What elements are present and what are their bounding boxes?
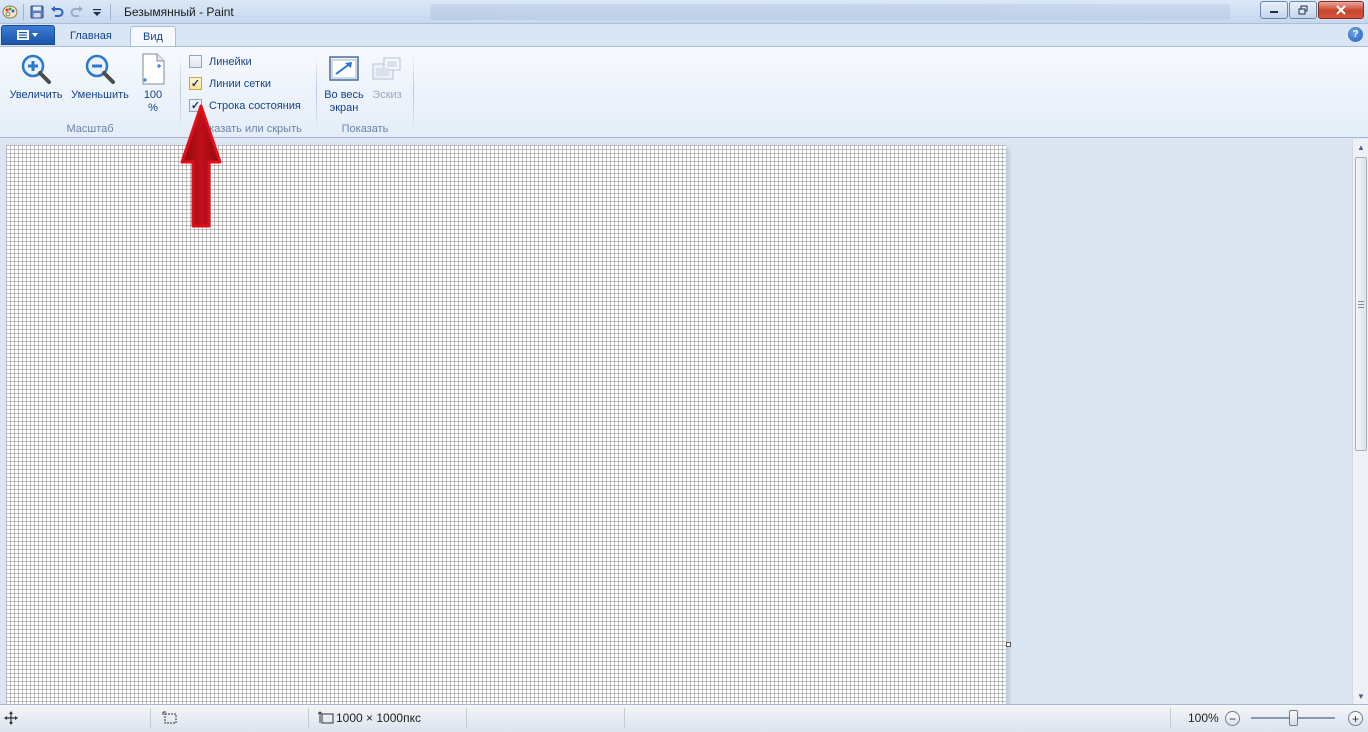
status-divider <box>150 708 151 728</box>
zoom-percent-text: 100% <box>1188 711 1219 725</box>
save-icon[interactable] <box>27 2 47 22</box>
status-bar: 1000 × 1000пкс 100% − + <box>0 704 1368 732</box>
drawing-canvas[interactable] <box>6 145 1006 704</box>
title-bar: Безымянный - Paint <box>0 0 1368 24</box>
tab-home[interactable]: Главная <box>58 26 124 46</box>
zoom-slider-thumb[interactable] <box>1289 710 1298 726</box>
statusbar-label: Строка состояния <box>209 99 301 112</box>
gridlines-label: Линии сетки <box>209 77 272 90</box>
thumbnail-label: Эскиз <box>372 89 402 101</box>
undo-icon[interactable] <box>47 2 67 22</box>
qat-separator <box>23 4 24 20</box>
red-arrow-annotation-icon <box>180 104 222 228</box>
close-button[interactable] <box>1318 1 1364 19</box>
status-divider <box>466 708 467 728</box>
rulers-label: Линейки <box>209 55 252 68</box>
display-group-label: Показать <box>341 123 389 135</box>
zoom-out-small-button[interactable]: − <box>1225 711 1240 726</box>
page-100-icon <box>136 52 170 86</box>
status-divider <box>624 708 625 728</box>
rulers-checkbox[interactable] <box>189 55 202 68</box>
minimize-button[interactable] <box>1260 1 1288 19</box>
fullscreen-label-bottom: экран <box>329 102 359 114</box>
redo-icon[interactable] <box>67 2 87 22</box>
zoom-in-icon <box>19 52 53 86</box>
scrollbar-thumb[interactable] <box>1355 157 1367 451</box>
zoom-out-button[interactable]: Уменьшить <box>68 52 132 102</box>
zoom-out-label: Уменьшить <box>71 89 129 101</box>
zoom-in-small-button[interactable]: + <box>1348 711 1363 726</box>
zoom-in-button[interactable]: Увеличить <box>6 52 66 102</box>
image-size-display: 1000 × 1000пкс <box>318 705 421 731</box>
percent-value: 100 <box>143 89 163 101</box>
thumbnail-icon <box>370 52 404 86</box>
scroll-down-arrow-icon[interactable]: ▼ <box>1353 688 1368 704</box>
status-divider <box>1170 708 1171 728</box>
quick-access-toolbar <box>0 2 114 22</box>
thumbnail-button[interactable]: Эскиз <box>367 52 407 102</box>
window-controls <box>1259 1 1364 19</box>
fullscreen-label-top: Во весь <box>324 89 364 101</box>
scroll-up-arrow-icon[interactable]: ▲ <box>1353 139 1368 155</box>
zoom-out-icon <box>83 52 117 86</box>
actual-size-button[interactable]: 100 % <box>136 52 170 115</box>
gridlines-toggle[interactable]: ✓ Линии сетки <box>189 77 271 90</box>
help-icon[interactable]: ? <box>1348 27 1363 42</box>
cursor-position-icon <box>4 705 18 731</box>
zoom-in-label: Увеличить <box>9 89 63 101</box>
zoom-group: Увеличить Уменьшить 100 % Масштаб <box>0 49 180 137</box>
zoom-group-label: Масштаб <box>66 123 114 135</box>
customize-qat-chevron-icon[interactable] <box>87 2 107 22</box>
gridlines-checkbox[interactable]: ✓ <box>189 77 202 90</box>
paint-app-icon[interactable] <box>0 2 20 22</box>
percent-sign: % <box>148 102 158 114</box>
scrollbar-grip-icon <box>1358 300 1364 308</box>
window-title: Безымянный - Paint <box>124 5 234 19</box>
fullscreen-icon <box>327 52 361 86</box>
fullscreen-button[interactable]: Во весь экран <box>321 52 367 115</box>
restore-button[interactable] <box>1289 1 1317 19</box>
group-separator <box>413 53 414 133</box>
selection-size-icon <box>162 705 178 731</box>
canvas-resize-handle[interactable] <box>1006 642 1011 647</box>
display-group: Во весь экран Эскиз Показать <box>317 49 413 137</box>
ribbon-tab-bar: Главная Вид ? <box>0 24 1368 46</box>
rulers-toggle[interactable]: Линейки <box>189 55 252 68</box>
tab-view[interactable]: Вид <box>130 26 176 46</box>
image-size-text: 1000 × 1000пкс <box>336 711 421 725</box>
background-window-titles <box>430 4 1230 20</box>
image-size-icon <box>318 711 334 724</box>
vertical-scrollbar[interactable]: ▲ ▼ <box>1352 139 1368 704</box>
paint-menu-button[interactable] <box>1 25 55 45</box>
status-divider <box>308 708 309 728</box>
qat-separator <box>110 4 111 20</box>
